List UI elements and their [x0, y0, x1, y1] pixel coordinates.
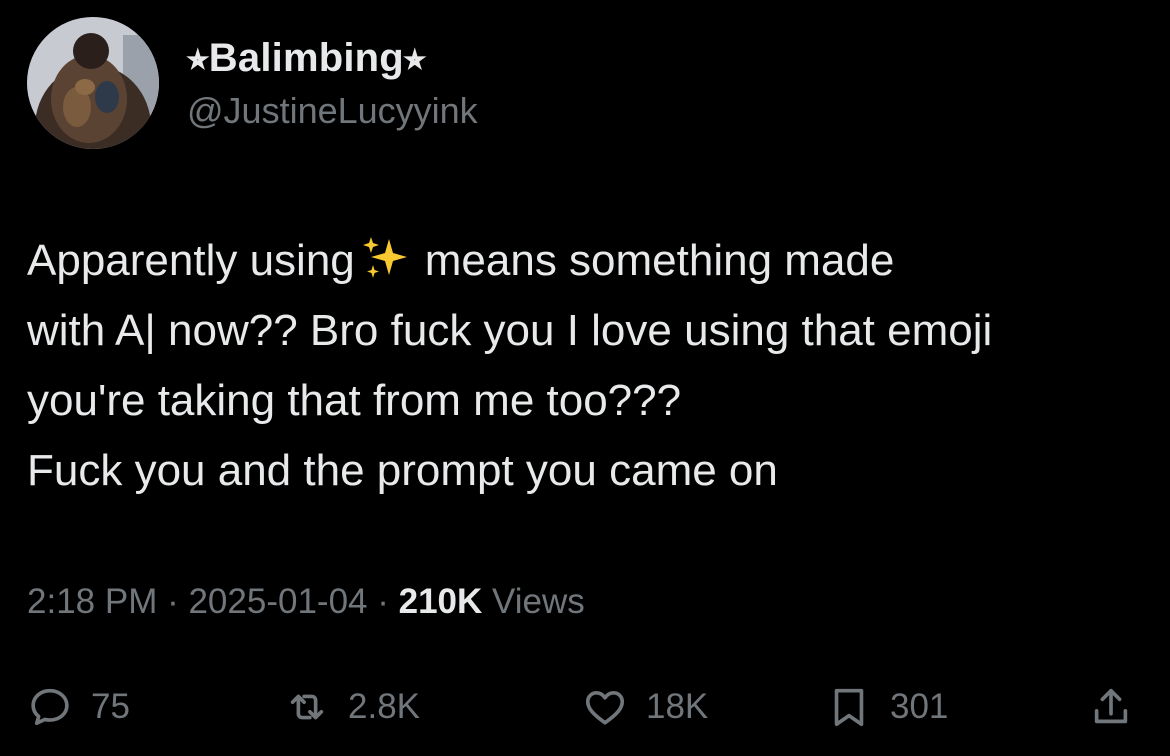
reply-icon — [31, 688, 69, 726]
sparkles-emoji — [362, 237, 407, 278]
meta-separator: · — [367, 582, 399, 621]
tweet-line-4: Fuck you and the prompt you came on — [27, 446, 778, 495]
repost-icon — [290, 694, 324, 720]
author-display-name[interactable]: ⭒Balimbing⭒ — [187, 36, 426, 81]
reply-count: 75 — [91, 687, 130, 726]
avatar-photo — [27, 17, 159, 149]
views-label: Views — [482, 582, 585, 621]
avatar[interactable] — [27, 17, 159, 149]
like-count: 18K — [646, 687, 709, 726]
meta-separator: · — [157, 582, 189, 621]
bookmark-count: 301 — [890, 687, 949, 726]
share-button[interactable] — [1088, 672, 1134, 742]
tweet-meta: 2:18 PM · 2025-01-04 · 210K Views — [27, 582, 585, 622]
author-handle[interactable]: @JustineLucyyink — [187, 90, 478, 132]
like-button[interactable]: 18K — [582, 672, 708, 742]
heart-icon — [585, 690, 625, 725]
tweet-line-2: with A| now?? Bro fuck you I love using … — [27, 306, 993, 355]
tweet-line-1-end: means something made — [424, 236, 895, 285]
repost-count: 2.8K — [348, 687, 420, 726]
tweet-text: Apparently using means something made wit… — [27, 226, 1152, 506]
bookmark-button[interactable]: 301 — [826, 672, 948, 742]
repost-button[interactable]: 2.8K — [284, 672, 420, 742]
share-icon — [1094, 688, 1128, 724]
tweet-date[interactable]: 2025-01-04 — [188, 582, 367, 621]
bookmark-icon — [834, 688, 864, 727]
tweet-line-1-start: Apparently using — [27, 236, 355, 285]
reply-button[interactable]: 75 — [27, 672, 130, 742]
tweet-time[interactable]: 2:18 PM — [27, 582, 157, 621]
tweet-line-1: Apparently using means something made — [27, 226, 1152, 296]
views-count: 210K — [398, 582, 483, 621]
tweet-line-3: you're taking that from me too??? — [27, 376, 682, 425]
action-bar: 75 2.8K 18K 301 — [0, 672, 1170, 742]
